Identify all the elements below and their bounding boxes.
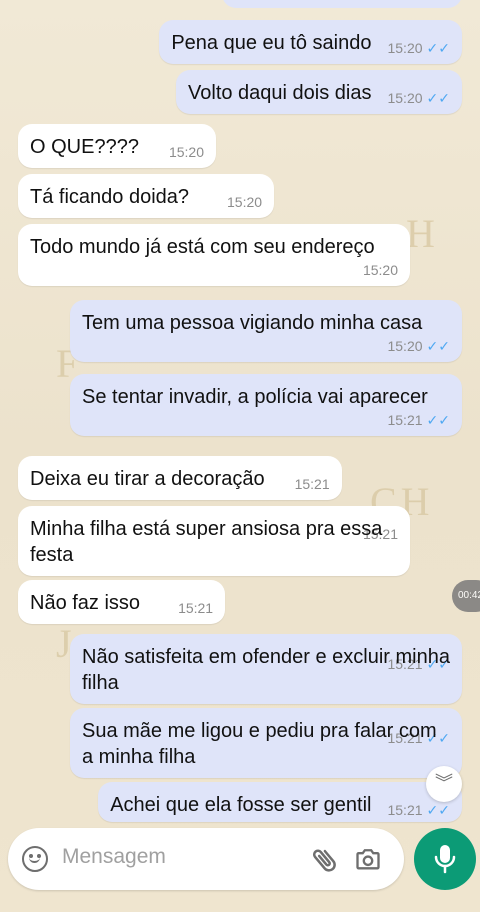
message-bubble-outgoing[interactable]: Achei que ela fosse ser gentil 15:21 ✓✓: [98, 782, 462, 822]
paperclip-icon[interactable]: [310, 845, 340, 875]
message-bubble-incoming[interactable]: Não faz isso 15:21: [18, 580, 226, 624]
message-text: Achei que ela fosse ser gentil: [110, 794, 372, 816]
message-time: 15:20: [362, 262, 398, 278]
message-text: Tá ficando doida?: [30, 186, 190, 208]
read-receipt-icon: ✓✓: [426, 338, 450, 354]
message-text: Pena que eu tô saindo: [171, 32, 372, 54]
message-composer[interactable]: Mensagem: [8, 828, 404, 890]
message-bubble-incoming[interactable]: Tá ficando doida? 15:20: [18, 174, 275, 218]
message-text: Se tentar invadir, a polícia vai aparece…: [82, 386, 428, 408]
message-bubble-outgoing[interactable]: Se tentar invadir, a polícia vai aparece…: [70, 374, 462, 436]
message-text: Sua mãe me ligou e pediu pra falar com a…: [82, 720, 437, 768]
read-receipt-icon: ✓✓: [426, 802, 450, 818]
message-time: 15:20 ✓✓: [387, 40, 450, 56]
message-time: 15:21 ✓✓: [387, 412, 450, 428]
message-text: Deixa eu tirar a decoração: [30, 468, 265, 490]
message-bubble-incoming[interactable]: Deixa eu tirar a decoração 15:21: [18, 456, 342, 500]
read-receipt-icon: ✓✓: [426, 412, 450, 428]
message-bubble-incoming[interactable]: Minha filha está super ansiosa pra essa …: [18, 506, 410, 576]
message-text: Volto daqui dois dias: [188, 82, 372, 104]
camera-icon[interactable]: [354, 845, 382, 873]
read-receipt-icon: ✓✓: [426, 40, 450, 56]
message-input[interactable]: Mensagem: [62, 845, 166, 869]
microphone-icon: [434, 845, 456, 874]
message-time: 15:20 ✓✓: [387, 90, 450, 106]
message-bubble-incoming[interactable]: O QUE???? 15:20: [18, 124, 216, 168]
message-time: 15:20: [227, 194, 263, 210]
emoji-icon[interactable]: [22, 846, 48, 872]
message-text: O QUE????: [30, 136, 139, 158]
read-receipt-icon: ✓✓: [426, 90, 450, 106]
video-timestamp-badge[interactable]: 00:42: [452, 580, 480, 612]
message-bubble-outgoing[interactable]: Não satisfeita em ofender e excluir minh…: [70, 634, 462, 704]
message-text: Minha filha está super ansiosa pra essa …: [30, 518, 383, 566]
message-bubble-outgoing[interactable]: Tem uma pessoa vigiando minha casa 15:20…: [70, 300, 462, 362]
message-text: Não faz isso: [30, 592, 141, 614]
message-time: 15:21 ✓✓: [387, 802, 450, 818]
message-time: 15:21: [178, 600, 214, 616]
message-time: 15:21: [294, 476, 330, 492]
message-time: 15:20 ✓✓: [387, 338, 450, 354]
wallpaper-decoration: H: [406, 211, 439, 256]
message-bubble-incoming[interactable]: Todo mundo já está com seu endereço 15:2…: [18, 224, 410, 286]
message-text: Todo mundo já está com seu endereço: [30, 236, 375, 258]
voice-message-button[interactable]: [414, 828, 476, 890]
message-bubble-outgoing[interactable]: Sua mãe me ligou e pediu pra falar com a…: [70, 708, 462, 778]
chevron-double-down-icon: ︾: [435, 773, 453, 793]
previous-message-bubble[interactable]: [222, 0, 462, 8]
message-bubble-outgoing[interactable]: Pena que eu tô saindo 15:20 ✓✓: [159, 20, 462, 64]
scroll-to-bottom-button[interactable]: ︾: [426, 766, 462, 802]
message-text: Tem uma pessoa vigiando minha casa: [82, 312, 423, 334]
message-bubble-outgoing[interactable]: Volto daqui dois dias 15:20 ✓✓: [176, 70, 462, 114]
message-time: 15:20: [168, 144, 204, 160]
